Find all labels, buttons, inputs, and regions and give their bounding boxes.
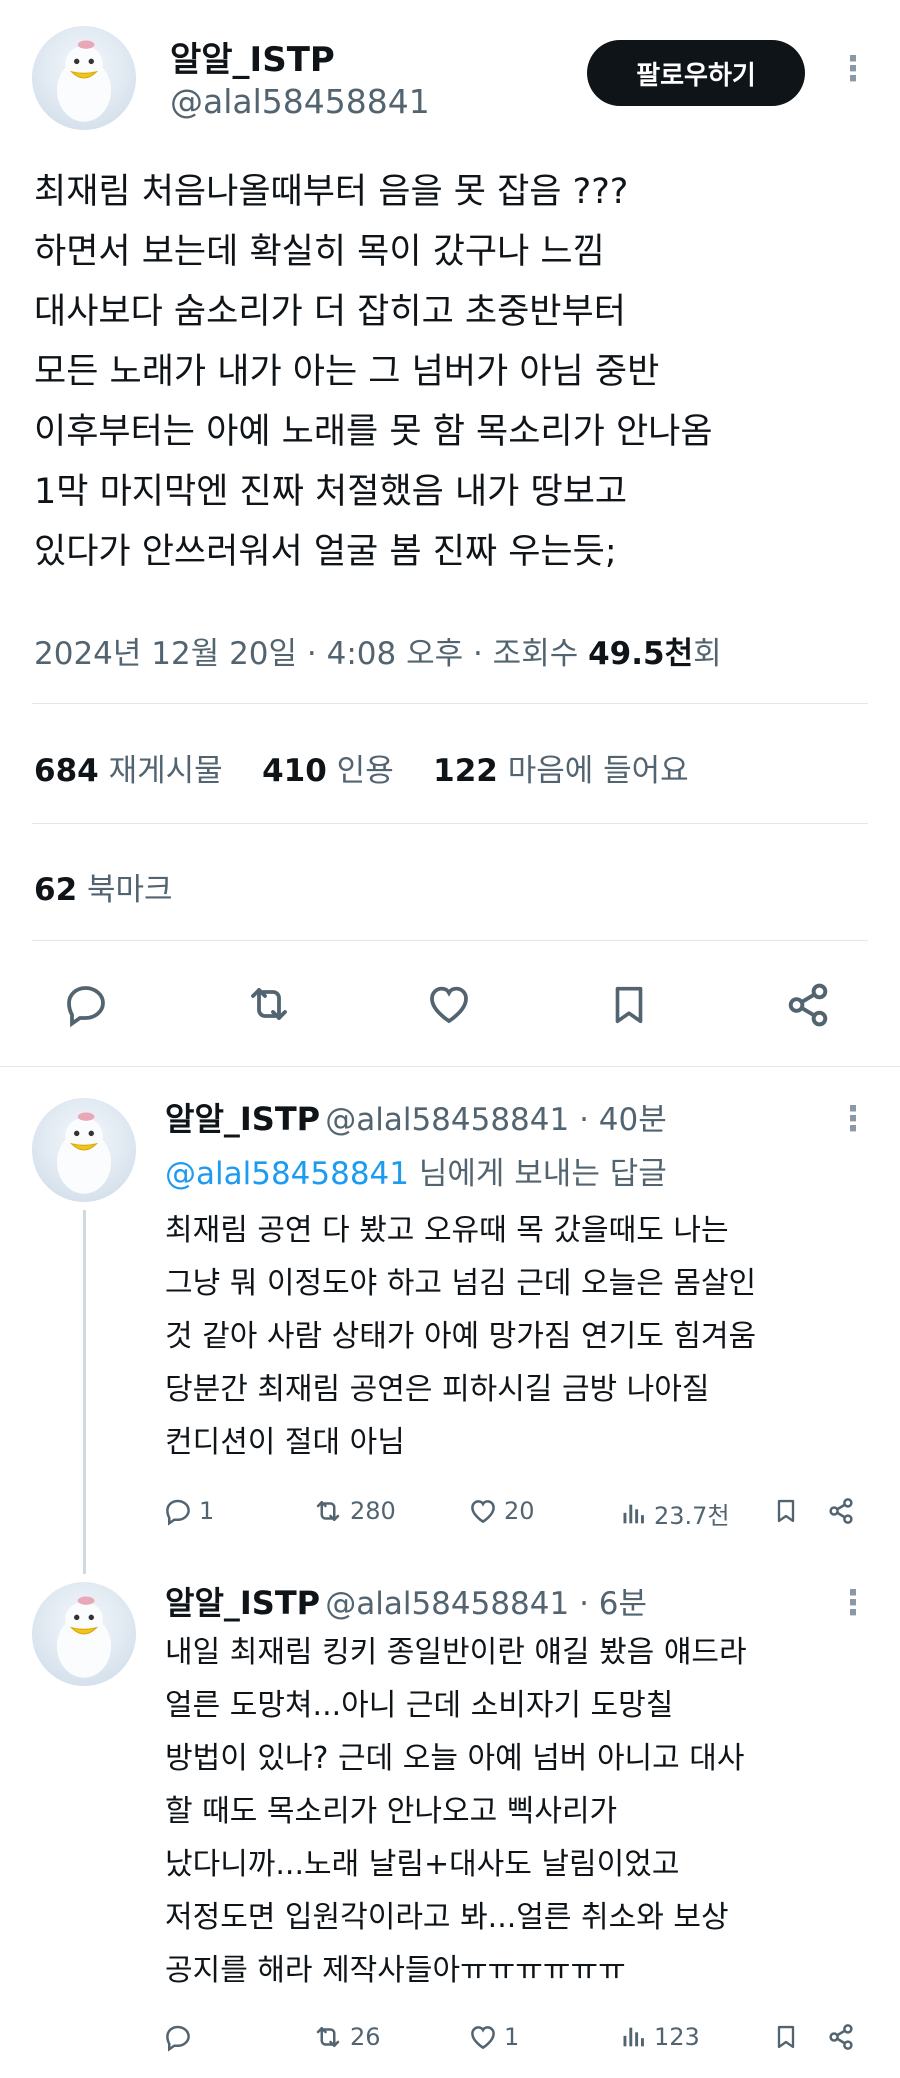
bookmark-icon[interactable] <box>772 2022 800 2052</box>
views-button[interactable]: 123 <box>620 2022 700 2052</box>
more-options-icon[interactable]: ⋮ <box>836 1102 870 1136</box>
views-icon <box>623 1504 644 1523</box>
tweet-line: 모든 노래가 내가 아는 그 넘버가 아님 중반 <box>34 352 660 392</box>
more-options-icon[interactable]: ⋮ <box>836 1586 870 1620</box>
reply-icon <box>166 1499 190 1526</box>
tweet-line: 대사보다 숨소리가 더 잡히고 초중반부터 <box>34 292 626 332</box>
retweet-icon <box>316 1501 340 1521</box>
reply-button[interactable] <box>163 2022 199 2052</box>
quote-label: 인용 <box>336 753 394 789</box>
reply-time[interactable]: · 6분 <box>569 1586 647 1622</box>
share-icon[interactable] <box>826 2022 856 2052</box>
reply-author-name[interactable]: 알알_ISTP <box>165 1100 320 1138</box>
like-count: 20 <box>504 1497 535 1525</box>
reply-button[interactable]: 1 <box>163 1496 214 1526</box>
divider <box>0 1066 900 1067</box>
reply-line: 할 때도 목소리가 안나오고 삑사리가 <box>165 1794 618 1829</box>
reply-avatar[interactable] <box>32 1582 136 1686</box>
view-suffix: 회 <box>693 636 722 672</box>
share-icon[interactable] <box>826 1496 856 1526</box>
bookmark-icon[interactable] <box>606 980 652 1030</box>
bookmark-count: 62 <box>34 872 78 908</box>
duck-avatar-image <box>56 40 112 122</box>
like-button[interactable]: 20 <box>468 1496 535 1526</box>
reply-author-handle[interactable]: @alal58458841 <box>325 1102 569 1138</box>
divider <box>32 940 868 941</box>
tweet-line: 이후부터는 아예 노래를 못 함 목소리가 안나옴 <box>34 412 713 452</box>
author-handle[interactable]: @alal58458841 <box>170 82 430 121</box>
duck-avatar-image <box>56 1112 112 1194</box>
bookmark-stat[interactable]: 62 북마크 <box>34 864 173 909</box>
reply-line: 당분간 최재림 공연은 피하시길 금방 나아질 <box>165 1372 710 1407</box>
bookmark-label: 북마크 <box>87 872 173 908</box>
quote-count: 410 <box>262 753 327 789</box>
reply-line: 얼른 도망쳐...아니 근데 소비자기 도망칠 <box>165 1688 674 1723</box>
like-count: 1 <box>504 2023 520 2051</box>
retweet-icon[interactable] <box>244 980 294 1028</box>
retweet-stat[interactable]: 684 재게시물 <box>34 753 223 789</box>
follow-button[interactable]: 팔로우하기 <box>587 40 805 106</box>
divider <box>32 703 868 704</box>
retweet-icon <box>316 2027 340 2047</box>
reply-line: 공지를 해라 제작사들아ㅠㅠㅠㅠㅠㅠ <box>165 1953 626 1988</box>
retweet-button[interactable]: 26 <box>312 2022 381 2052</box>
replying-to: @alal58458841 님에게 보내는 답글 <box>165 1148 667 1193</box>
retweet-count: 280 <box>350 1497 396 1525</box>
retweet-label: 재게시물 <box>108 753 223 789</box>
tweet-text: 최재림 처음나올때부터 음을 못 잡음 ??? 하면서 보는데 확실히 목이 갔… <box>34 167 713 577</box>
tweet-stats: 684 재게시물 410 인용 122 마음에 들어요 <box>34 745 689 790</box>
reply-line: 컨디션이 절대 아님 <box>165 1425 405 1460</box>
divider <box>32 823 868 824</box>
replying-to-handle[interactable]: @alal58458841 <box>165 1156 409 1192</box>
retweet-button[interactable]: 280 <box>312 1496 396 1526</box>
reply-line: 방법이 있나? 근데 오늘 아예 넘버 아니고 대사 <box>165 1741 745 1776</box>
view-count: 49.5천 <box>588 636 694 672</box>
tweet-line: 최재림 처음나올때부터 음을 못 잡음 ??? <box>34 172 629 212</box>
reply-line: 내일 최재림 킹키 종일반이란 얘길 봤음 얘드라 <box>165 1635 747 1670</box>
duck-avatar-image <box>56 1596 112 1678</box>
view-count: 123 <box>654 2023 700 2051</box>
tweet-line: 1막 마지막엔 진짜 처절했음 내가 땅보고 <box>34 472 628 512</box>
timestamp-text: 2024년 12월 20일 · 4:08 오후 · 조회수 <box>34 636 589 672</box>
author-name[interactable]: 알알_ISTP <box>170 32 335 81</box>
reply-header: 알알_ISTP @alal58458841 · 6분 <box>165 1578 647 1624</box>
like-stat[interactable]: 122 마음에 들어요 <box>433 753 689 789</box>
views-button[interactable]: 23.7천 <box>620 1496 730 1531</box>
thread-line <box>83 1210 86 1574</box>
bookmark-icon[interactable] <box>772 1496 800 1526</box>
more-options-icon[interactable]: ⋮ <box>836 52 870 86</box>
reply-text: 내일 최재림 킹키 종일반이란 얘길 봤음 얘드라 얼른 도망쳐...아니 근데… <box>165 1626 747 1997</box>
reply-icon <box>166 2025 190 2052</box>
reply-author-handle[interactable]: @alal58458841 <box>325 1586 569 1622</box>
retweet-count: 684 <box>34 753 99 789</box>
author-avatar[interactable] <box>32 26 136 130</box>
reply-line: 최재림 공연 다 봤고 오유때 목 갔을때도 나는 <box>165 1213 729 1248</box>
quote-stat[interactable]: 410 인용 <box>262 753 394 789</box>
reply-time[interactable]: · 40분 <box>569 1102 667 1138</box>
reply-line: 것 같아 사람 상태가 아예 망가짐 연기도 힘겨움 <box>165 1319 757 1354</box>
reply-avatar[interactable] <box>32 1098 136 1202</box>
like-icon <box>471 2026 495 2050</box>
like-icon <box>471 1500 495 1524</box>
reply-line: 그냥 뭐 이정도야 하고 넘김 근데 오늘은 몸살인 <box>165 1266 757 1301</box>
replying-to-suffix: 님에게 보내는 답글 <box>409 1156 667 1192</box>
tweet-line: 있다가 안쓰러워서 얼굴 봄 진짜 우는듯; <box>34 532 617 572</box>
retweet-count: 26 <box>350 2023 381 2051</box>
view-count: 23.7천 <box>654 1502 730 1530</box>
reply-author-name[interactable]: 알알_ISTP <box>165 1584 320 1622</box>
reply-icon[interactable] <box>62 980 110 1028</box>
reply-header: 알알_ISTP @alal58458841 · 40분 <box>165 1094 667 1140</box>
reply-line: 저정도면 입원각이라고 봐...얼른 취소와 보상 <box>165 1900 729 1935</box>
like-label: 마음에 들어요 <box>507 753 689 789</box>
reply-count: 1 <box>199 1497 215 1525</box>
reply-line: 났다니까...노래 날림+대사도 날림이었고 <box>165 1847 680 1882</box>
tweet-line: 하면서 보는데 확실히 목이 갔구나 느낌 <box>34 232 605 272</box>
share-icon[interactable] <box>783 980 833 1030</box>
views-icon <box>623 2027 644 2047</box>
like-button[interactable]: 1 <box>468 2022 519 2052</box>
reply-text: 최재림 공연 다 봤고 오유때 목 갔을때도 나는 그냥 뭐 이정도야 하고 넘… <box>165 1204 756 1469</box>
like-icon[interactable] <box>424 980 474 1028</box>
like-count: 122 <box>433 753 498 789</box>
tweet-timestamp[interactable]: 2024년 12월 20일 · 4:08 오후 · 조회수 49.5천회 <box>34 628 722 673</box>
